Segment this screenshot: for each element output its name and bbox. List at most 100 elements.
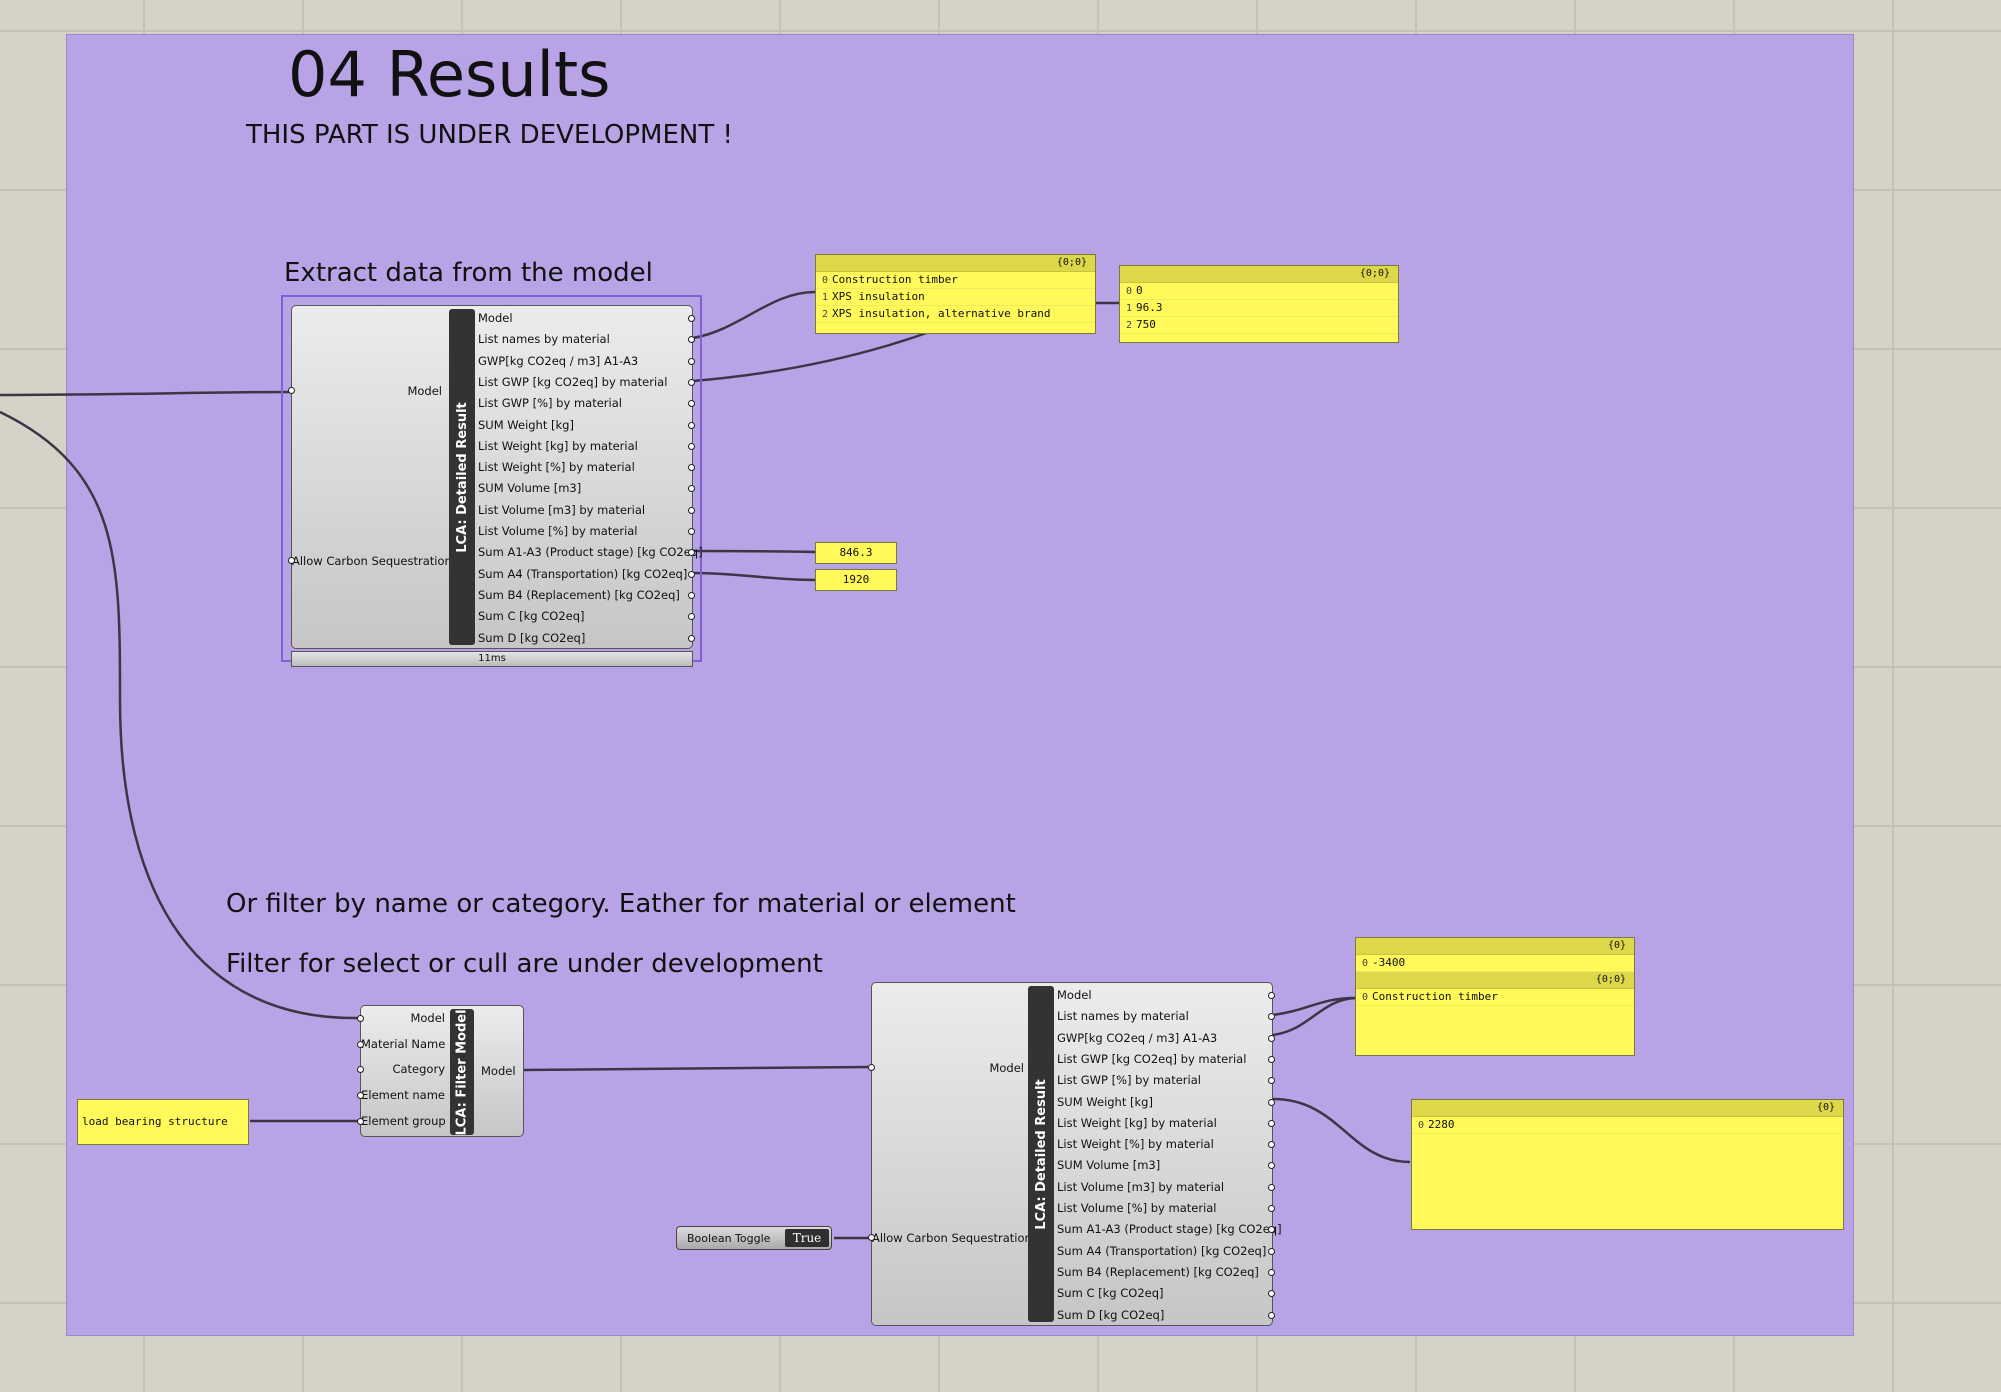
panel-gwp-by-material[interactable]: {0;0} 0 0 1 96.3 2 750 — [1119, 265, 1399, 343]
section2-heading2: Filter for select or cull are under deve… — [226, 949, 823, 979]
row-index: 2 — [1125, 320, 1132, 331]
panel-row: 1 XPS insulation — [816, 289, 1095, 306]
output-port: GWP[kg CO2eq / m3] A1-A3 — [478, 353, 639, 368]
input-grip[interactable] — [288, 557, 295, 564]
component-name-bar[interactable]: LCA: Detailed Result — [449, 309, 475, 645]
output-port: List Weight [kg] by material — [1057, 1115, 1217, 1130]
panel-load-bearing-structure[interactable]: load bearing structure — [77, 1099, 249, 1145]
output-grip[interactable] — [688, 528, 695, 535]
input-port: Material Name — [361, 1036, 446, 1051]
panel-row: 1 96.3 — [1120, 300, 1398, 317]
page-subtitle: THIS PART IS UNDER DEVELOPMENT ! — [246, 120, 733, 150]
input-grip[interactable] — [288, 387, 295, 394]
filter-model-component[interactable]: Model Material Name Category Element name El… — [357, 1005, 524, 1137]
panel-path: {0;0} — [1120, 266, 1398, 283]
panel-path: {0;0} — [816, 255, 1095, 272]
output-port: List GWP [kg CO2eq] by material — [478, 374, 668, 389]
panel-sum-a1a3[interactable]: 846.3 — [815, 542, 897, 564]
output-grip[interactable] — [688, 357, 695, 365]
output-port: Sum A4 (Transportation) [kg CO2eq] — [1057, 1243, 1267, 1258]
section2-heading1: Or filter by name or category. Eather fo… — [226, 889, 1016, 919]
panel-sum-a4[interactable]: 1920 — [815, 569, 897, 591]
output-port: Model — [1057, 988, 1092, 1002]
panel-sum-weight[interactable]: {0} 0 2280 — [1411, 1099, 1844, 1230]
panel-row: 2 750 — [1120, 317, 1398, 334]
row-value: Construction timber — [1372, 990, 1498, 1003]
row-value: XPS insulation, alternative brand — [832, 307, 1051, 320]
row-index: 1 — [1125, 303, 1132, 314]
output-grip[interactable] — [1268, 1311, 1275, 1319]
row-index: 0 — [1361, 992, 1368, 1003]
output-grip[interactable] — [688, 506, 695, 514]
input-grip[interactable] — [868, 1064, 875, 1071]
output-port: List Volume [m3] by material — [1057, 1179, 1225, 1194]
input-allow-carbon-sequestration: Allow Carbon Sequestration — [292, 554, 452, 568]
boolean-toggle[interactable]: Boolean Toggle True — [676, 1226, 832, 1250]
output-grip[interactable] — [688, 591, 695, 599]
output-port: Sum B4 (Replacement) [kg CO2eq] — [478, 587, 680, 602]
row-index: 0 — [1417, 1120, 1424, 1131]
output-grip[interactable] — [1268, 1055, 1275, 1063]
row-value: -3400 — [1372, 956, 1406, 969]
output-port: SUM Weight [kg] — [478, 417, 574, 432]
row-value: 0 — [1136, 284, 1143, 297]
panel-material-names[interactable]: {0;0} 0 Construction timber 1 XPS insulatio… — [815, 254, 1096, 334]
component-name-bar[interactable]: LCA: Detailed Result — [1028, 986, 1054, 1322]
component-name: LCA: Detailed Result — [1033, 1078, 1049, 1230]
output-grip[interactable] — [1268, 1205, 1275, 1212]
output-port: Sum D [kg CO2eq] — [1057, 1307, 1165, 1322]
output-port: List GWP [%] by material — [478, 396, 622, 411]
output-grip[interactable] — [1268, 1034, 1275, 1042]
output-grip[interactable] — [688, 570, 695, 578]
output-grip[interactable] — [1268, 1247, 1275, 1255]
detailed-result-component-1[interactable]: Model Allow Carbon Sequestration LCA: De… — [288, 305, 703, 649]
panel-row: 0 Construction timber — [816, 272, 1095, 289]
output-grip[interactable] — [688, 421, 695, 429]
timer-bar: 11ms — [291, 651, 693, 667]
output-port: List names by material — [1057, 1009, 1189, 1024]
output-grip[interactable] — [688, 378, 695, 386]
output-port: Model — [478, 311, 513, 325]
input-model: Model — [989, 1061, 1024, 1075]
input-model: Model — [407, 384, 442, 398]
panel-result2-output[interactable]: {0} 0 -3400 {0;0} 0 Construction timber — [1355, 937, 1635, 1056]
output-grip[interactable] — [1268, 1098, 1275, 1106]
output-port: SUM Volume [m3] — [1057, 1158, 1161, 1173]
row-value: 96.3 — [1136, 301, 1163, 314]
detailed-result-component-2[interactable]: Model Allow Carbon Sequestration LCA: De… — [868, 982, 1282, 1326]
output-grip[interactable] — [688, 442, 695, 450]
output-port: List Weight [kg] by material — [478, 438, 638, 453]
output-model: Model — [481, 1064, 516, 1078]
output-port: SUM Volume [m3] — [478, 481, 582, 496]
output-port: Sum D [kg CO2eq] — [478, 630, 586, 645]
boolean-toggle-label: Boolean Toggle — [687, 1232, 771, 1245]
panel-path: {0;0} — [1356, 972, 1634, 989]
row-value: 750 — [1136, 318, 1156, 331]
component-name: LCA: Filter Model — [454, 1008, 470, 1136]
output-port: Sum A1-A3 (Product stage) [kg CO2eq] — [478, 545, 703, 560]
output-port: List GWP [kg CO2eq] by material — [1057, 1051, 1247, 1066]
output-port: SUM Weight [kg] — [1057, 1094, 1153, 1109]
row-value: Construction timber — [832, 273, 958, 286]
output-grip[interactable] — [1268, 992, 1275, 999]
component-name: LCA: Detailed Result — [454, 401, 470, 553]
output-port: GWP[kg CO2eq / m3] A1-A3 — [1057, 1030, 1218, 1045]
row-index: 0 — [1361, 958, 1368, 969]
output-port: Sum C [kg CO2eq] — [478, 609, 585, 624]
output-port: List Volume [m3] by material — [478, 502, 646, 517]
output-grip[interactable] — [688, 634, 695, 642]
output-grip[interactable] — [1268, 1183, 1275, 1191]
input-grip[interactable] — [868, 1234, 875, 1241]
input-grip[interactable] — [357, 1040, 364, 1048]
row-index: 1 — [821, 292, 828, 303]
input-grip[interactable] — [357, 1117, 364, 1125]
input-grip[interactable] — [357, 1015, 364, 1022]
output-port: List Volume [%] by material — [1057, 1201, 1217, 1215]
output-grip[interactable] — [1268, 1268, 1275, 1276]
component-name-bar[interactable]: LCA: Filter Model — [450, 1009, 474, 1135]
boolean-toggle-value[interactable]: True — [785, 1229, 829, 1247]
row-index: 2 — [821, 309, 828, 320]
output-grip[interactable] — [688, 315, 695, 322]
output-grip[interactable] — [1268, 1119, 1275, 1127]
panel-row: 00 — [1120, 283, 1398, 300]
